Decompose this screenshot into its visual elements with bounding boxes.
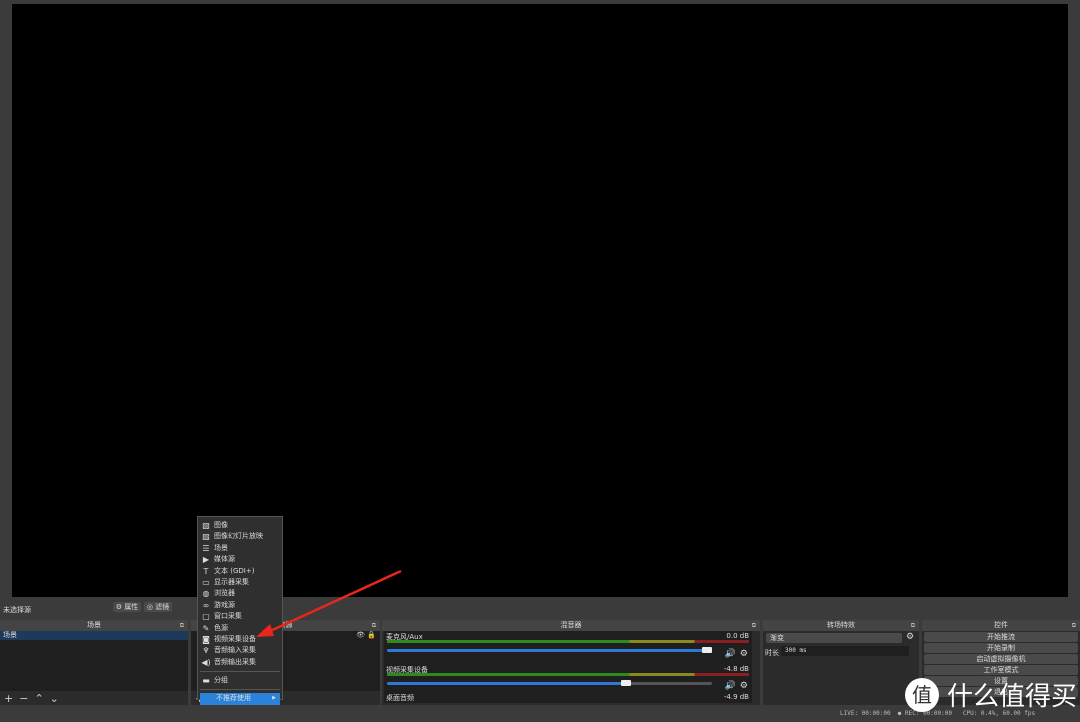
watermark-logo: 值 [905, 677, 939, 712]
red-annotation-arrow [256, 569, 402, 637]
watermark: 值什么值得买 [905, 676, 1077, 713]
watermark-text: 什么值得买 [947, 682, 1078, 712]
